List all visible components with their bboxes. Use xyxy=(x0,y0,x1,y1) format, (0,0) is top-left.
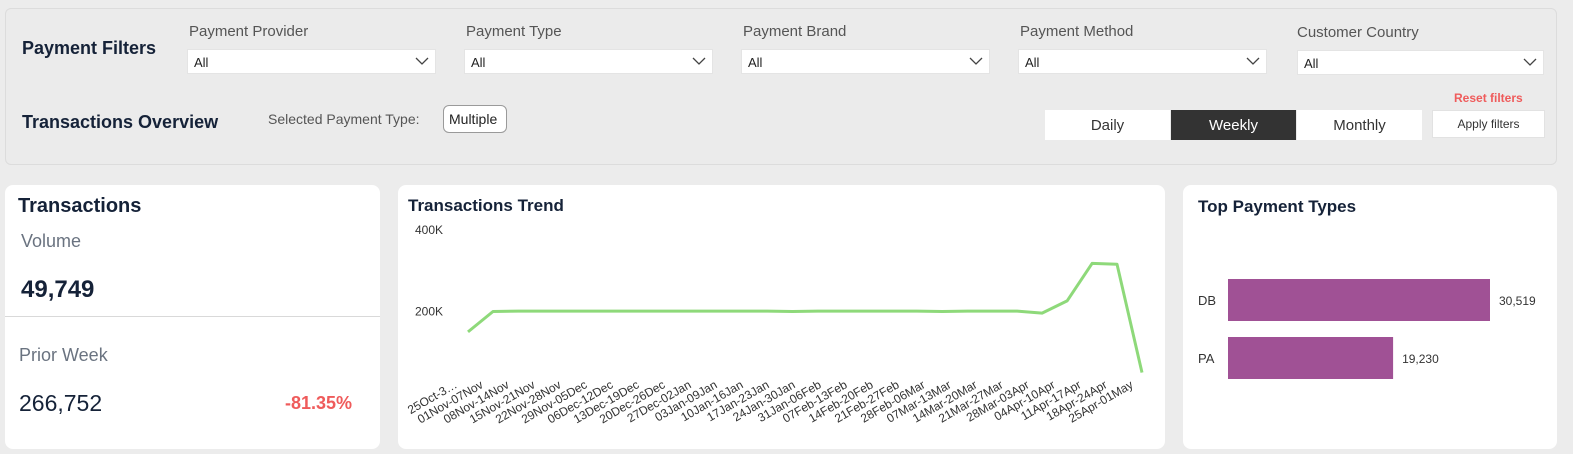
filter-label-payment-type: Payment Type xyxy=(466,23,562,40)
trend-series-line xyxy=(467,261,1144,373)
top-payment-types-chart: DB 30,519 PA 19,230 xyxy=(1198,279,1536,379)
bar-value-label: 30,519 xyxy=(1499,294,1536,308)
selected-payment-type-chip[interactable]: Multiple xyxy=(443,105,507,133)
period-monthly-button[interactable]: Monthly xyxy=(1297,110,1422,140)
y-tick-label: 400K xyxy=(415,223,443,237)
kpi-divider xyxy=(5,316,380,317)
filter-label-payment-brand: Payment Brand xyxy=(743,23,847,40)
filter-dropdown-payment-method[interactable]: All xyxy=(1018,49,1267,74)
bar-pa xyxy=(1228,337,1394,379)
change-percent: -81.35% xyxy=(285,393,353,413)
filter-dropdown-customer-country[interactable]: All xyxy=(1297,50,1544,75)
filter-label-customer-country: Customer Country xyxy=(1297,24,1419,41)
chevron-down-icon xyxy=(1523,58,1537,66)
bar-value-label: 19,230 xyxy=(1402,352,1439,366)
dropdown-value: All xyxy=(194,55,209,70)
payment-filters-heading: Payment Filters xyxy=(22,38,157,58)
dropdown-value: All xyxy=(471,55,486,70)
filter-dropdown-payment-brand[interactable]: All xyxy=(741,49,990,74)
apply-filters-button[interactable]: Apply filters xyxy=(1432,110,1545,138)
bar-category-label: DB xyxy=(1198,293,1216,308)
volume-value: 49,749 xyxy=(21,276,95,303)
transactions-overview-heading: Transactions Overview xyxy=(22,112,219,132)
period-daily-button[interactable]: Daily xyxy=(1045,110,1170,140)
y-tick-label: 200K xyxy=(415,305,443,319)
bar-db xyxy=(1228,279,1490,321)
transactions-kpi-card: Transactions Volume 49,749 Prior Week 26… xyxy=(5,185,380,449)
filter-label-payment-provider: Payment Provider xyxy=(189,23,309,40)
volume-label: Volume xyxy=(21,231,82,251)
chevron-down-icon xyxy=(692,57,706,65)
prior-week-value: 266,752 xyxy=(19,390,103,416)
chevron-down-icon xyxy=(969,57,983,65)
chevron-down-icon xyxy=(415,57,429,65)
dropdown-value: All xyxy=(1304,56,1319,71)
kpi-title: Transactions xyxy=(18,195,142,217)
filter-dropdown-payment-type[interactable]: All xyxy=(464,49,713,74)
filter-label-payment-method: Payment Method xyxy=(1020,23,1134,40)
selected-payment-type-label: Selected Payment Type: xyxy=(268,111,420,127)
prior-week-label: Prior Week xyxy=(19,345,108,365)
transactions-trend-card: Transactions Trend 200K 400K 25Oct-3… 01Nov… xyxy=(398,185,1165,449)
period-weekly-button[interactable]: Weekly xyxy=(1171,110,1296,140)
transactions-trend-chart: 200K400K25Oct-3…01Nov-07Nov08Nov-14Nov15… xyxy=(405,223,1144,426)
dropdown-value: All xyxy=(748,55,763,70)
filter-dropdown-payment-provider[interactable]: All xyxy=(187,49,436,74)
chevron-down-icon xyxy=(1246,57,1260,65)
reset-filters-link[interactable]: Reset filters xyxy=(1454,91,1523,105)
bar-category-label: PA xyxy=(1198,351,1215,366)
dropdown-value: All xyxy=(1025,55,1040,70)
top-payment-types-card: Top Payment Types DB 30,519 PA 19,230 xyxy=(1183,185,1557,449)
